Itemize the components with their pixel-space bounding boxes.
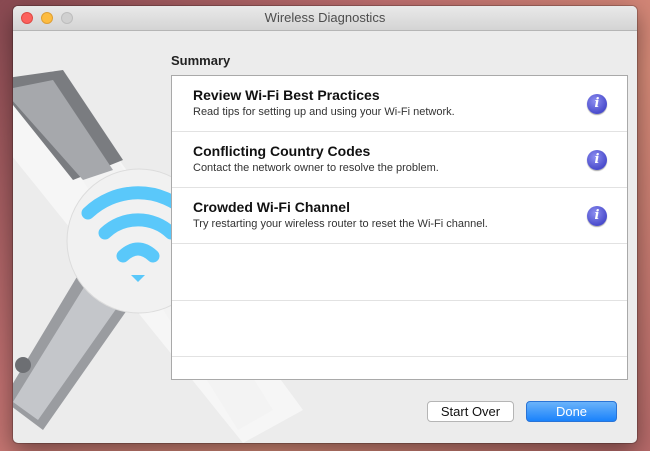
window-title: Wireless Diagnostics: [264, 10, 386, 25]
title-bar[interactable]: Wireless Diagnostics: [13, 6, 637, 31]
list-item-description: Try restarting your wireless router to r…: [193, 218, 488, 230]
list-item-description: Contact the network owner to resolve the…: [193, 162, 439, 174]
summary-list[interactable]: Review Wi-Fi Best Practices Read tips fo…: [171, 75, 628, 380]
info-icon[interactable]: i: [587, 94, 607, 114]
info-icon[interactable]: i: [587, 206, 607, 226]
empty-list-row: [172, 244, 627, 301]
list-item-description: Read tips for setting up and using your …: [193, 106, 455, 118]
done-button[interactable]: Done: [526, 401, 617, 422]
list-item-title: Review Wi-Fi Best Practices: [193, 87, 380, 103]
empty-list-row: [172, 300, 627, 357]
list-item-crowded-wifi-channel[interactable]: Crowded Wi-Fi Channel Try restarting you…: [172, 188, 627, 244]
start-over-button[interactable]: Start Over: [427, 401, 514, 422]
list-item-conflicting-country-codes[interactable]: Conflicting Country Codes Contact the ne…: [172, 132, 627, 188]
list-item-review-wifi-best-practices[interactable]: Review Wi-Fi Best Practices Read tips fo…: [172, 76, 627, 132]
list-item-title: Crowded Wi-Fi Channel: [193, 199, 350, 215]
info-icon[interactable]: i: [587, 150, 607, 170]
list-item-title: Conflicting Country Codes: [193, 143, 371, 159]
wireless-diagnostics-window: Wireless Diagnostics Summary Review Wi-F…: [13, 6, 637, 443]
summary-heading: Summary: [171, 53, 231, 68]
